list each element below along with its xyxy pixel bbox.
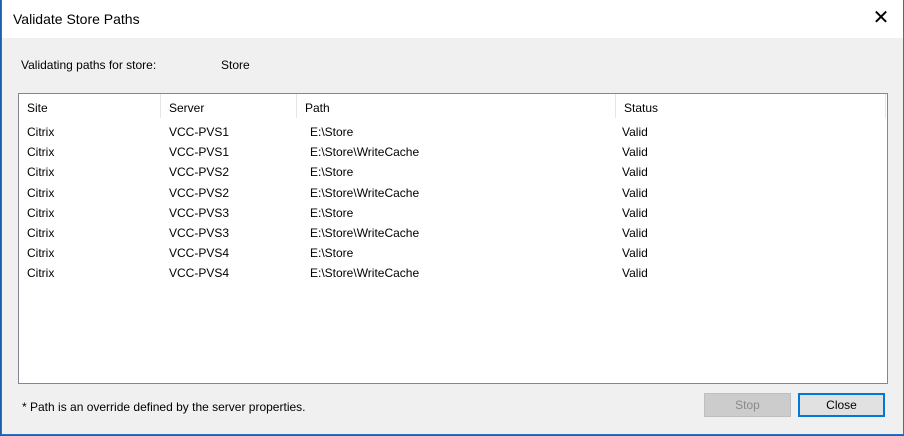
- column-header-status[interactable]: Status: [616, 94, 886, 118]
- cell-path: E:\Store\WriteCache: [310, 266, 420, 281]
- table-row[interactable]: Citrix VCC-PVS3 E:\Store Valid: [19, 203, 885, 223]
- cell-site: Citrix: [27, 266, 55, 281]
- cell-path: E:\Store: [310, 165, 354, 180]
- close-button[interactable]: Close: [798, 393, 885, 417]
- table-row[interactable]: Citrix VCC-PVS4 E:\Store Valid: [19, 243, 885, 263]
- cell-server: VCC-PVS2: [169, 185, 230, 200]
- store-value: Store: [221, 58, 250, 72]
- cell-path: E:\Store: [310, 125, 354, 139]
- cell-site: Citrix: [27, 226, 55, 240]
- cell-status: Valid: [622, 205, 648, 220]
- table-row[interactable]: Citrix VCC-PVS3 E:\Store\WriteCache Valid: [19, 223, 885, 243]
- cell-site: Citrix: [27, 125, 55, 139]
- cell-server: VCC-PVS3: [169, 226, 230, 240]
- cell-path: E:\Store\WriteCache: [310, 145, 420, 160]
- cell-status: Valid: [622, 145, 648, 160]
- cell-server: VCC-PVS1: [169, 145, 230, 160]
- cell-status: Valid: [622, 185, 648, 200]
- cell-server: VCC-PVS4: [169, 246, 230, 261]
- table-row[interactable]: Citrix VCC-PVS1 E:\Store Valid: [19, 122, 885, 142]
- cell-site: Citrix: [27, 185, 55, 200]
- cell-path: E:\Store\WriteCache: [310, 226, 420, 240]
- table-row[interactable]: Citrix VCC-PVS1 E:\Store\WriteCache Valid: [19, 142, 885, 162]
- table-row[interactable]: Citrix VCC-PVS2 E:\Store\WriteCache Valid: [19, 183, 885, 203]
- cell-server: VCC-PVS1: [169, 125, 230, 139]
- table-row[interactable]: Citrix VCC-PVS4 E:\Store\WriteCache Valid: [19, 263, 885, 283]
- override-note: * Path is an override defined by the ser…: [22, 400, 306, 414]
- column-header-site[interactable]: Site: [19, 94, 161, 118]
- cell-server: VCC-PVS4: [169, 266, 230, 281]
- cell-site: Citrix: [27, 145, 55, 160]
- column-header-path[interactable]: Path: [297, 94, 616, 118]
- close-icon[interactable]: ✕: [869, 6, 893, 30]
- cell-site: Citrix: [27, 205, 55, 220]
- cell-status: Valid: [622, 226, 648, 240]
- cell-path: E:\Store\WriteCache: [310, 185, 420, 200]
- cell-path: E:\Store: [310, 246, 354, 261]
- dialog-title: Validate Store Paths: [13, 11, 140, 27]
- validate-store-paths-dialog: Validate Store Paths ✕ Validating paths …: [1, 0, 904, 435]
- cell-status: Valid: [622, 165, 648, 180]
- cell-server: VCC-PVS2: [169, 165, 230, 180]
- paths-list[interactable]: Site Server Path Status Citrix VCC-PVS1 E:…: [18, 93, 888, 384]
- cell-status: Valid: [622, 125, 648, 139]
- cell-site: Citrix: [27, 246, 55, 261]
- column-header-server[interactable]: Server: [161, 94, 297, 118]
- title-bar: Validate Store Paths ✕: [2, 0, 903, 38]
- cell-status: Valid: [622, 266, 648, 281]
- table-row[interactable]: Citrix VCC-PVS2 E:\Store Valid: [19, 162, 885, 182]
- cell-path: E:\Store: [310, 205, 354, 220]
- stop-button[interactable]: Stop: [704, 393, 791, 417]
- cell-site: Citrix: [27, 165, 55, 180]
- cell-server: VCC-PVS3: [169, 205, 230, 220]
- store-label: Validating paths for store:: [21, 58, 157, 72]
- cell-status: Valid: [622, 246, 648, 261]
